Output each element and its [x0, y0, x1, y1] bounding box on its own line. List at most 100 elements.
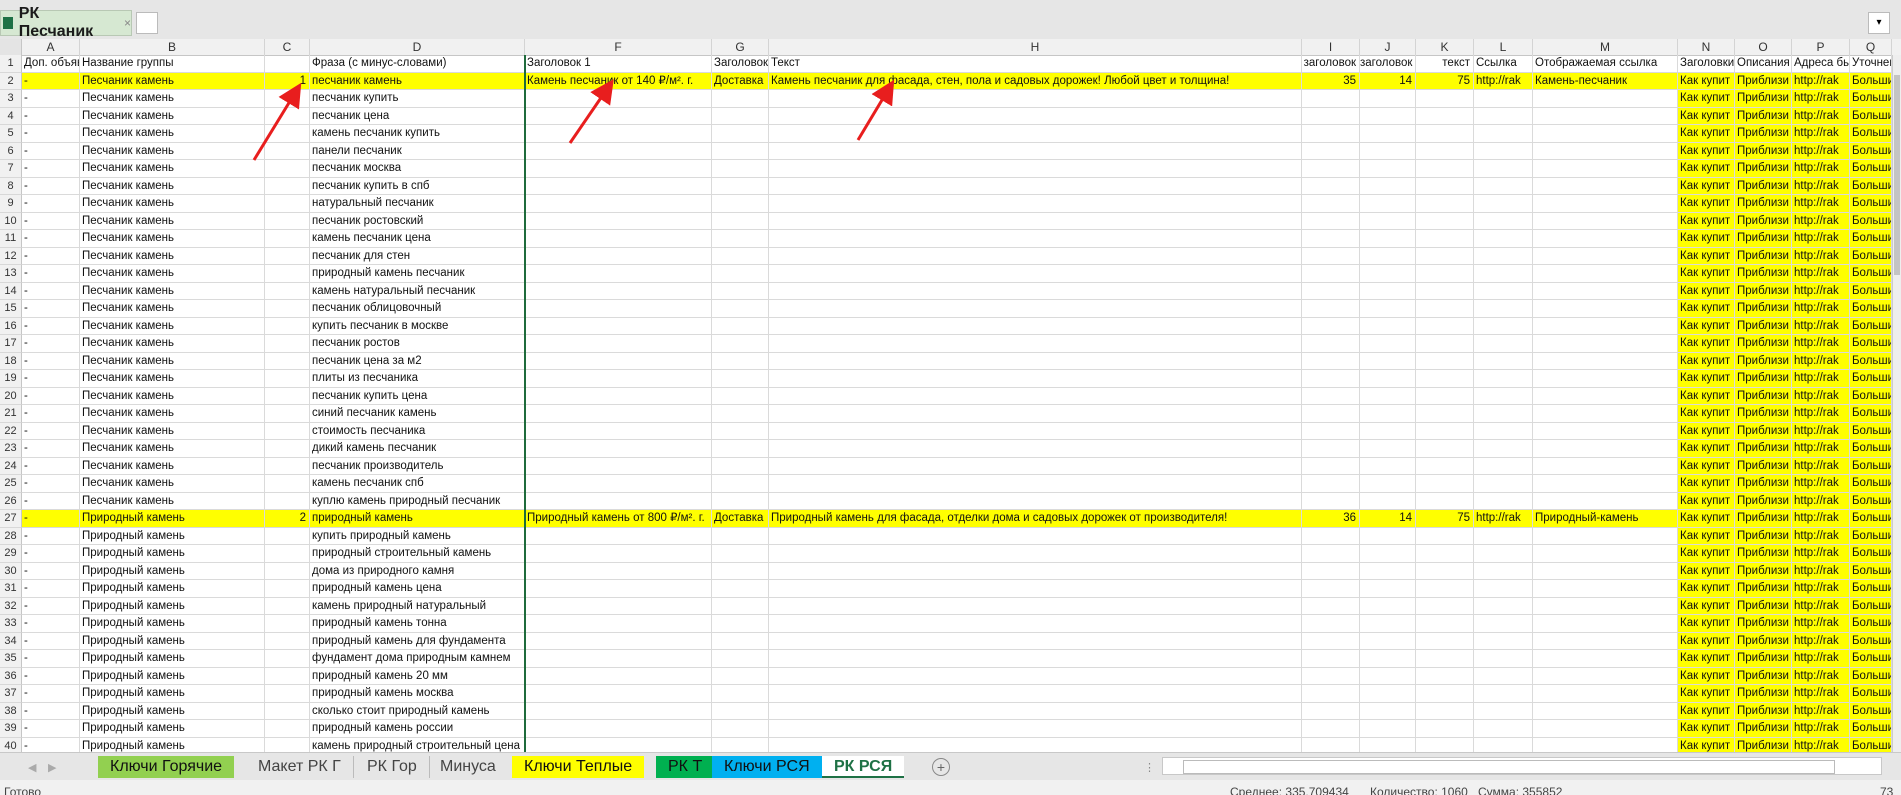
cell-f[interactable] [525, 562, 712, 580]
cell-c[interactable] [265, 545, 310, 563]
cell-k[interactable] [1416, 475, 1474, 493]
cell-j[interactable] [1360, 562, 1416, 580]
cell-j[interactable] [1360, 737, 1416, 752]
cell-b[interactable]: Песчаник камень [80, 247, 265, 265]
column-header-a[interactable]: A [22, 39, 80, 55]
cell-q[interactable]: Больши [1850, 650, 1892, 668]
column-header-j[interactable]: J [1360, 39, 1416, 55]
cell-p[interactable]: http://rak [1792, 282, 1850, 300]
cell-p[interactable]: http://rak [1792, 440, 1850, 458]
cell-p[interactable]: http://rak [1792, 510, 1850, 528]
cell-h[interactable] [769, 580, 1302, 598]
cell-q[interactable]: Больши [1850, 475, 1892, 493]
cell-n[interactable]: Как купит [1678, 125, 1735, 143]
cell-j[interactable] [1360, 387, 1416, 405]
cell-d[interactable]: камень природный натуральный [310, 597, 525, 615]
cell-k[interactable] [1416, 562, 1474, 580]
cell-k[interactable] [1416, 545, 1474, 563]
cell-h[interactable] [769, 317, 1302, 335]
cell-g[interactable] [712, 125, 769, 143]
cell-p[interactable]: http://rak [1792, 335, 1850, 353]
cell-q[interactable]: Больши [1850, 422, 1892, 440]
cell-c[interactable] [265, 177, 310, 195]
column-header-b[interactable]: B [80, 39, 265, 55]
cell-c[interactable] [265, 352, 310, 370]
cell-d[interactable]: стоимость песчаника [310, 422, 525, 440]
cell-c[interactable] [265, 527, 310, 545]
cell-f[interactable]: Природный камень от 800 ₽/м². г. [525, 510, 712, 528]
cell-l[interactable] [1474, 720, 1533, 738]
cell-f[interactable] [525, 422, 712, 440]
cell-c[interactable] [265, 737, 310, 752]
row-number[interactable]: 6 [0, 142, 22, 160]
cell-l[interactable] [1474, 527, 1533, 545]
cell-n[interactable]: Как купит [1678, 475, 1735, 493]
cell-i[interactable] [1302, 212, 1360, 230]
cell-d[interactable]: природный камень цена [310, 580, 525, 598]
cell-i[interactable] [1302, 685, 1360, 703]
cell-p[interactable]: http://rak [1792, 527, 1850, 545]
cell-b[interactable]: Песчаник камень [80, 475, 265, 493]
column-header-p[interactable]: P [1792, 39, 1850, 55]
cell-m[interactable] [1533, 562, 1678, 580]
cell-c[interactable] [265, 55, 310, 73]
cell-l[interactable] [1474, 387, 1533, 405]
cell-j[interactable] [1360, 230, 1416, 248]
column-header-h[interactable]: H [769, 39, 1302, 55]
cell-b[interactable]: Природный камень [80, 650, 265, 668]
cell-f[interactable] [525, 720, 712, 738]
cell-k[interactable] [1416, 440, 1474, 458]
cell-q[interactable]: Больши [1850, 265, 1892, 283]
cell-q[interactable]: Больши [1850, 317, 1892, 335]
cell-m[interactable] [1533, 125, 1678, 143]
cell-o[interactable]: Приблизи [1735, 90, 1792, 108]
scroll-right-icon[interactable]: ▶ [48, 761, 56, 774]
cell-a[interactable]: - [22, 720, 80, 738]
cell-q[interactable]: Больши [1850, 195, 1892, 213]
cell-f[interactable] [525, 527, 712, 545]
scroll-left-icon[interactable]: ◀ [28, 761, 36, 774]
cell-n[interactable]: Как купит [1678, 212, 1735, 230]
cell-f[interactable] [525, 335, 712, 353]
cell-h[interactable] [769, 475, 1302, 493]
cell-b[interactable]: Природный камень [80, 545, 265, 563]
cell-q[interactable]: Больши [1850, 107, 1892, 125]
cell-m[interactable] [1533, 580, 1678, 598]
cell-m[interactable] [1533, 352, 1678, 370]
cell-l[interactable] [1474, 405, 1533, 423]
cell-o[interactable]: Описания [1735, 55, 1792, 73]
cell-a[interactable]: - [22, 422, 80, 440]
cell-a[interactable]: - [22, 685, 80, 703]
cell-g[interactable] [712, 545, 769, 563]
cell-i[interactable]: 36 [1302, 510, 1360, 528]
cell-l[interactable] [1474, 125, 1533, 143]
cell-n[interactable]: Как купит [1678, 737, 1735, 752]
cell-a[interactable]: - [22, 632, 80, 650]
cell-p[interactable]: http://rak [1792, 370, 1850, 388]
cell-f[interactable]: Камень песчаник от 140 ₽/м². г. [525, 72, 712, 90]
cell-d[interactable]: природный камень 20 мм [310, 667, 525, 685]
cell-p[interactable]: http://rak [1792, 142, 1850, 160]
cell-j[interactable] [1360, 247, 1416, 265]
cell-c[interactable] [265, 387, 310, 405]
cell-g[interactable] [712, 457, 769, 475]
cell-h[interactable] [769, 440, 1302, 458]
cell-f[interactable] [525, 387, 712, 405]
cell-g[interactable] [712, 177, 769, 195]
cell-l[interactable] [1474, 667, 1533, 685]
cell-f[interactable] [525, 702, 712, 720]
cell-c[interactable] [265, 230, 310, 248]
more-icon[interactable]: ⋮ [1144, 761, 1155, 774]
cell-a[interactable]: - [22, 160, 80, 178]
cell-b[interactable]: Песчаник камень [80, 177, 265, 195]
cell-j[interactable] [1360, 702, 1416, 720]
column-header-i[interactable]: I [1302, 39, 1360, 55]
cell-n[interactable]: Как купит [1678, 370, 1735, 388]
cell-o[interactable]: Приблизи [1735, 440, 1792, 458]
cell-f[interactable] [525, 90, 712, 108]
cell-g[interactable] [712, 667, 769, 685]
cell-b[interactable]: Природный камень [80, 720, 265, 738]
column-header-k[interactable]: K [1416, 39, 1474, 55]
row-number[interactable]: 2 [0, 72, 22, 90]
cell-i[interactable] [1302, 230, 1360, 248]
